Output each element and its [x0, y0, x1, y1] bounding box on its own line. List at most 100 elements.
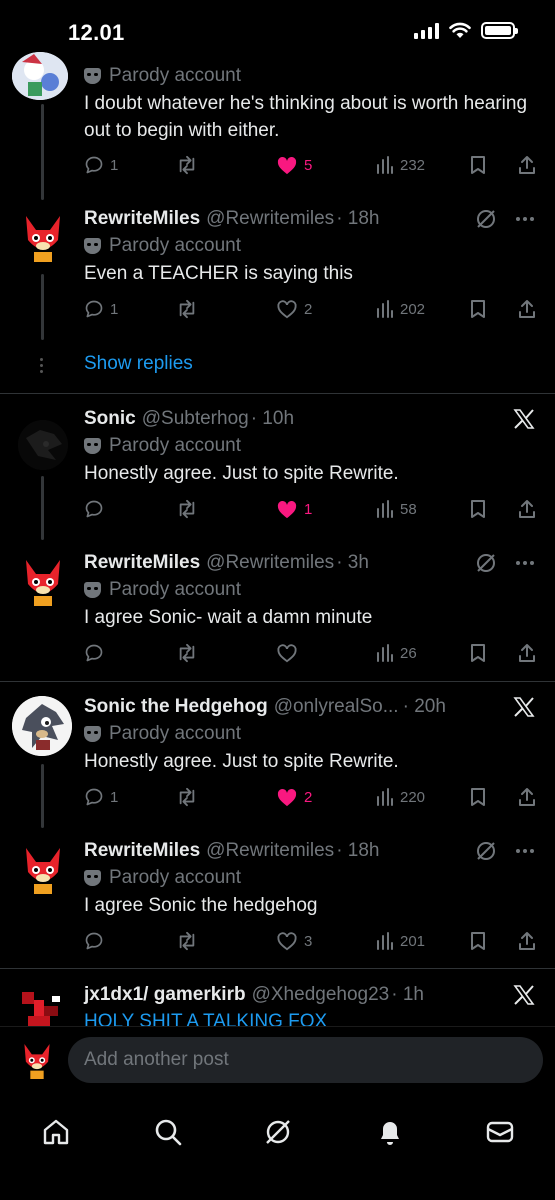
bookmark-button[interactable] [470, 640, 486, 666]
more-options-icon[interactable] [515, 560, 535, 566]
like-button[interactable]: 5 [276, 152, 312, 178]
post-text: I agree Sonic the hedgehog [84, 895, 318, 916]
show-replies-link[interactable]: Show replies [84, 353, 193, 375]
reply-icon [85, 788, 103, 806]
avatar[interactable] [12, 696, 72, 756]
post-content: Parody account I doubt whatever he's thi… [84, 62, 535, 144]
avatar[interactable] [18, 420, 68, 470]
views-button[interactable]: 58 [376, 496, 417, 522]
more-options-icon[interactable] [515, 216, 535, 222]
share-button[interactable] [518, 152, 536, 178]
reply-button[interactable] [84, 640, 110, 666]
views-chart-icon [377, 156, 393, 174]
current-user-avatar[interactable] [18, 1041, 56, 1079]
share-button[interactable] [518, 496, 536, 522]
reply-icon [85, 300, 103, 318]
repost-button[interactable] [176, 928, 198, 954]
grok-icon[interactable] [475, 840, 497, 862]
reply-button[interactable]: 1 [84, 296, 118, 322]
x-logo-icon[interactable] [513, 408, 535, 430]
post[interactable]: RewriteMiles @Rewritemiles · 18h Parody … [0, 832, 555, 972]
tab-grok[interactable] [258, 1112, 298, 1152]
repost-button[interactable] [176, 296, 198, 322]
reply-button[interactable] [84, 496, 110, 522]
compose-input[interactable]: Add another post [68, 1037, 543, 1083]
x-logo-icon[interactable] [513, 984, 535, 1006]
repost-button[interactable] [176, 496, 198, 522]
parody-label: Parody account [84, 720, 535, 748]
share-button[interactable] [518, 784, 536, 810]
views-chart-icon [377, 300, 393, 318]
reply-button[interactable] [84, 928, 110, 954]
bookmark-button[interactable] [470, 296, 486, 322]
grok-icon[interactable] [475, 208, 497, 230]
avatar[interactable] [18, 844, 68, 894]
share-button[interactable] [518, 928, 536, 954]
repost-button[interactable] [176, 152, 198, 178]
like-button[interactable] [276, 640, 304, 666]
handle[interactable]: @Rewritemiles [206, 840, 334, 862]
display-name[interactable]: Sonic [84, 408, 136, 430]
display-name[interactable]: Sonic the Hedgehog [84, 696, 268, 718]
avatar[interactable] [18, 986, 68, 1026]
bookmark-button[interactable] [470, 152, 486, 178]
handle[interactable]: @Xhedgehog23 [252, 984, 390, 1006]
reply-button[interactable]: 1 [84, 152, 118, 178]
post-actions: 3 201 [84, 928, 536, 954]
views-button[interactable]: 201 [376, 928, 425, 954]
avatar[interactable] [18, 556, 68, 606]
reply-button[interactable]: 1 [84, 784, 118, 810]
views-button[interactable]: 26 [376, 640, 417, 666]
like-button[interactable]: 3 [276, 928, 312, 954]
tab-notifications[interactable] [370, 1112, 410, 1152]
views-button[interactable]: 232 [376, 152, 425, 178]
post-content: RewriteMiles @Rewritemiles · 18h Parody … [84, 838, 535, 919]
post-text: I agree Sonic- wait a damn minute [84, 607, 373, 628]
share-button[interactable] [518, 296, 536, 322]
tab-home[interactable] [36, 1112, 76, 1152]
handle[interactable]: @onlyrealSo... [274, 696, 399, 718]
handle[interactable]: @Subterhog [142, 408, 249, 430]
avatar[interactable] [18, 212, 68, 262]
repost-icon [179, 787, 195, 807]
views-button[interactable]: 220 [376, 784, 425, 810]
reply-icon [85, 500, 103, 518]
repost-button[interactable] [176, 640, 198, 666]
post[interactable]: jx1dx1/ gamerkirb @Xhedgehog23 · 1h HOLY… [0, 976, 555, 1026]
grok-icon[interactable] [475, 552, 497, 574]
views-chart-icon [377, 500, 393, 518]
share-button[interactable] [518, 640, 536, 666]
post-header: Sonic @Subterhog · 10h [84, 406, 535, 432]
x-logo-icon[interactable] [513, 696, 535, 718]
bookmark-button[interactable] [470, 496, 486, 522]
display-name[interactable]: RewriteMiles [84, 840, 200, 862]
post-actions: 1 58 [84, 496, 536, 522]
post[interactable]: Sonic @Subterhog · 10h Parody account Ho… [0, 400, 555, 540]
post[interactable]: Sonic the Hedgehog @onlyrealSo... · 20h … [0, 688, 555, 828]
display-name[interactable]: RewriteMiles [84, 208, 200, 230]
more-options-icon[interactable] [515, 848, 535, 854]
views-button[interactable]: 202 [376, 296, 425, 322]
thread-feed[interactable]: Parody account I doubt whatever he's thi… [0, 0, 555, 1026]
repost-button[interactable] [176, 784, 198, 810]
post[interactable]: RewriteMiles @Rewritemiles · 3h Parody a… [0, 544, 555, 684]
bookmark-button[interactable] [470, 928, 486, 954]
like-button[interactable]: 2 [276, 296, 312, 322]
handle[interactable]: @Rewritemiles [206, 552, 334, 574]
parody-label: Parody account [84, 432, 535, 460]
post-content: RewriteMiles @Rewritemiles · 3h Parody a… [84, 550, 535, 631]
display-name[interactable]: jx1dx1/ gamerkirb [84, 984, 246, 1006]
handle[interactable]: @Rewritemiles [206, 208, 334, 230]
display-name[interactable]: RewriteMiles [84, 552, 200, 574]
post[interactable]: Parody account I doubt whatever he's thi… [0, 0, 555, 200]
like-button[interactable]: 1 [276, 496, 312, 522]
tab-search[interactable] [148, 1112, 188, 1152]
like-button[interactable]: 2 [276, 784, 312, 810]
post-text: HOLY SHIT A TALKING FOX [84, 1011, 328, 1026]
avatar[interactable] [12, 52, 68, 100]
post-header: jx1dx1/ gamerkirb @Xhedgehog23 · 1h [84, 982, 535, 1008]
bookmark-button[interactable] [470, 784, 486, 810]
tab-messages[interactable] [480, 1112, 520, 1152]
mail-icon [486, 1121, 514, 1143]
post[interactable]: RewriteMiles @Rewritemiles · 18h Parody … [0, 200, 555, 390]
